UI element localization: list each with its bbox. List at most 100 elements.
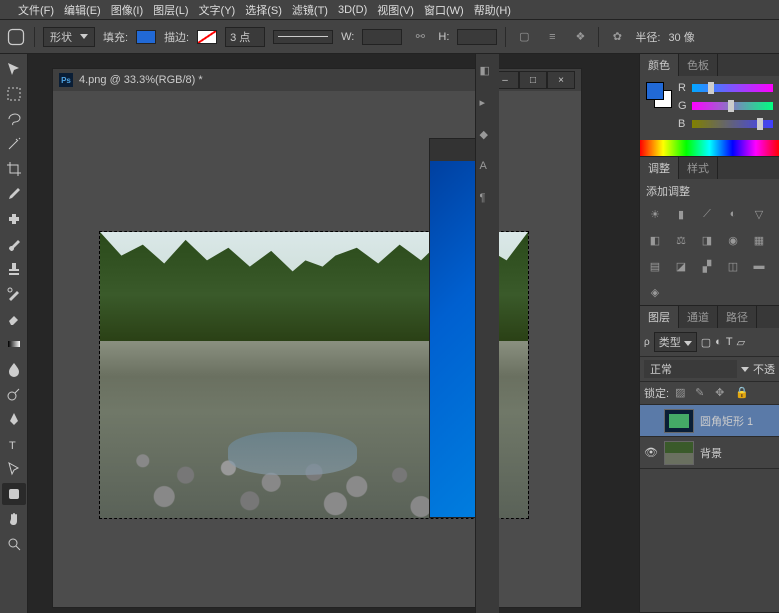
move-tool[interactable] [2, 58, 26, 80]
history-brush-tool[interactable] [2, 283, 26, 305]
menu-help[interactable]: 帮助(H) [474, 2, 511, 18]
gear-icon[interactable]: ✿ [607, 27, 627, 47]
layer-background[interactable]: 👁 背景 [640, 437, 779, 469]
menu-3d[interactable]: 3D(D) [338, 4, 367, 16]
menu-select[interactable]: 选择(S) [245, 2, 282, 18]
r-slider[interactable] [692, 84, 773, 92]
tab-adjustments[interactable]: 调整 [640, 157, 679, 179]
type-tool[interactable]: T [2, 433, 26, 455]
align-icon[interactable]: ≡ [542, 27, 562, 47]
lock-pixels-icon[interactable]: ✎ [695, 386, 709, 400]
tool-preset-icon[interactable] [6, 27, 26, 47]
menu-type[interactable]: 文字(Y) [199, 2, 236, 18]
stamp-tool[interactable] [2, 258, 26, 280]
shape-tool[interactable] [2, 483, 26, 505]
link-icon[interactable]: ⚯ [410, 27, 430, 47]
posterize-icon[interactable]: ▞ [698, 257, 716, 275]
maximize-button[interactable]: □ [519, 71, 547, 89]
tab-styles[interactable]: 样式 [679, 157, 718, 179]
menu-layer[interactable]: 图层(L) [153, 2, 188, 18]
properties-icon[interactable]: ◆ [480, 128, 496, 144]
layer-thumbnail[interactable] [664, 409, 694, 433]
layer-thumbnail[interactable] [664, 441, 694, 465]
tab-swatches[interactable]: 色板 [679, 54, 718, 76]
hand-tool[interactable] [2, 508, 26, 530]
canvas[interactable] [53, 91, 581, 607]
eyedropper-tool[interactable] [2, 183, 26, 205]
balance-icon[interactable]: ⚖ [672, 231, 690, 249]
stroke-style-dropdown[interactable] [273, 30, 333, 44]
curves-icon[interactable]: ⟋ [698, 205, 716, 223]
mixer-icon[interactable]: ▦ [750, 231, 768, 249]
color-spectrum[interactable] [640, 140, 779, 156]
layer-name[interactable]: 背景 [700, 445, 775, 461]
lock-position-icon[interactable]: ✥ [715, 386, 729, 400]
layer-name[interactable]: 圆角矩形 1 [700, 413, 775, 429]
exposure-icon[interactable]: ◐ [724, 205, 742, 223]
fill-swatch[interactable] [136, 30, 156, 44]
g-slider[interactable] [692, 102, 773, 110]
close-button[interactable]: × [547, 71, 575, 89]
lasso-tool[interactable] [2, 108, 26, 130]
character-icon[interactable]: A [480, 160, 496, 176]
dodge-tool[interactable] [2, 383, 26, 405]
tab-layers[interactable]: 图层 [640, 306, 679, 328]
crop-tool[interactable] [2, 158, 26, 180]
stroke-width-input[interactable]: 3 点 [225, 27, 265, 47]
threshold-icon[interactable]: ◫ [724, 257, 742, 275]
wand-tool[interactable] [2, 133, 26, 155]
bw-icon[interactable]: ◨ [698, 231, 716, 249]
hue-icon[interactable]: ◧ [646, 231, 664, 249]
zoom-tool[interactable] [2, 533, 26, 555]
filter-adjust-icon[interactable]: ◐ [715, 336, 722, 348]
color-swatches[interactable] [646, 82, 672, 108]
arrange-icon[interactable]: ❖ [570, 27, 590, 47]
width-input[interactable] [362, 29, 402, 45]
radius-value[interactable]: 30 像 [668, 29, 694, 45]
stroke-swatch[interactable] [197, 30, 217, 44]
brush-tool[interactable] [2, 233, 26, 255]
pen-tool[interactable] [2, 408, 26, 430]
blur-tool[interactable] [2, 358, 26, 380]
menu-window[interactable]: 窗口(W) [424, 2, 464, 18]
menu-edit[interactable]: 编辑(E) [64, 2, 101, 18]
paragraph-icon[interactable]: ¶ [480, 192, 496, 208]
brightness-icon[interactable]: ☀ [646, 205, 664, 223]
menu-view[interactable]: 视图(V) [377, 2, 414, 18]
lookup-icon[interactable]: ▤ [646, 257, 664, 275]
blend-mode-dropdown[interactable]: 正常 [644, 360, 737, 378]
gradient-tool[interactable] [2, 333, 26, 355]
photo-filter-icon[interactable]: ◉ [724, 231, 742, 249]
foreground-color[interactable] [646, 82, 664, 100]
eraser-tool[interactable] [2, 308, 26, 330]
vibrance-icon[interactable]: ▽ [750, 205, 768, 223]
gradient-map-icon[interactable]: ▬ [750, 257, 768, 275]
tab-paths[interactable]: 路径 [718, 306, 757, 328]
marquee-tool[interactable] [2, 83, 26, 105]
levels-icon[interactable]: ▮ [672, 205, 690, 223]
filter-shape-icon[interactable]: ▱ [737, 336, 745, 349]
layer-rounded-rect[interactable]: 圆角矩形 1 [640, 405, 779, 437]
path-ops-icon[interactable]: ▢ [514, 27, 534, 47]
visibility-icon[interactable]: 👁 [644, 446, 658, 459]
invert-icon[interactable]: ◪ [672, 257, 690, 275]
menu-image[interactable]: 图像(I) [111, 2, 143, 18]
shape-mode-dropdown[interactable]: 形状 [43, 27, 95, 47]
lock-all-icon[interactable]: 🔒 [735, 386, 749, 400]
b-slider[interactable] [692, 120, 773, 128]
heal-tool[interactable] [2, 208, 26, 230]
history-icon[interactable]: ◧ [480, 64, 496, 80]
path-select-tool[interactable] [2, 458, 26, 480]
filter-pixel-icon[interactable]: ▢ [701, 336, 711, 349]
document-titlebar[interactable]: Ps 4.png @ 33.3%(RGB/8) * – □ × [53, 69, 581, 91]
tab-channels[interactable]: 通道 [679, 306, 718, 328]
actions-icon[interactable]: ▸ [480, 96, 496, 112]
filter-type-icon[interactable]: T [726, 336, 733, 348]
tab-color[interactable]: 颜色 [640, 54, 679, 76]
selective-icon[interactable]: ◈ [646, 283, 664, 301]
menu-file[interactable]: 文件(F) [18, 2, 54, 18]
height-input[interactable] [457, 29, 497, 45]
lock-transparent-icon[interactable]: ▨ [675, 386, 689, 400]
layer-kind-dropdown[interactable]: 类型 [654, 332, 697, 352]
menu-filter[interactable]: 滤镜(T) [292, 2, 328, 18]
